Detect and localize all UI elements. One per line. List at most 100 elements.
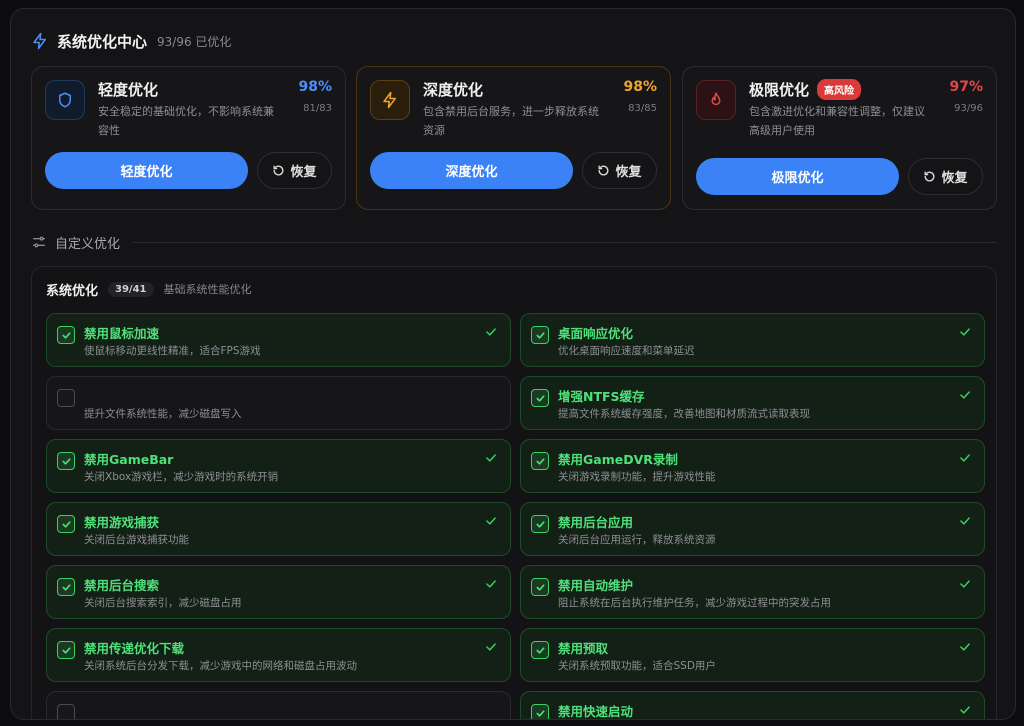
option-tile[interactable]: 禁用后台搜索 关闭后台搜索索引，减少磁盘占用: [46, 565, 511, 619]
deep-restore-button[interactable]: 恢复: [582, 152, 657, 189]
bolt-icon: [370, 80, 410, 120]
check-icon: [484, 513, 498, 532]
card-count: 81/83: [303, 103, 332, 114]
check-icon: [61, 457, 71, 465]
checkbox-checked[interactable]: [57, 641, 75, 659]
check-icon: [958, 324, 972, 343]
check-icon: [61, 520, 71, 528]
option-title: 禁用游戏捕获: [84, 515, 160, 530]
check-icon: [535, 394, 545, 402]
checkbox-checked[interactable]: [57, 578, 75, 596]
header: 系统优化中心 93/96 已优化: [31, 29, 231, 53]
checkbox-checked[interactable]: [531, 326, 549, 344]
check-icon: [484, 576, 498, 595]
page-title: 系统优化中心: [57, 32, 148, 51]
option-title: 禁用预取: [558, 641, 609, 656]
option-description: 关闭后台应用运行，释放系统资源: [558, 534, 716, 546]
risk-badge: 高风险: [817, 79, 862, 100]
checkbox-checked[interactable]: [531, 578, 549, 596]
option-title: 桌面响应优化: [558, 326, 634, 341]
option-title: 禁用GameDVR录制: [558, 452, 678, 467]
check-icon: [535, 520, 545, 528]
option-tile[interactable]: 禁用后台应用 关闭后台应用运行，释放系统资源: [520, 502, 985, 556]
option-title: 禁用GameBar: [84, 452, 174, 467]
light-restore-button[interactable]: 恢复: [257, 152, 332, 189]
preset-cards: 轻度优化 安全稳定的基础优化，不影响系统兼容性 98% 81/83 轻度优化 恢…: [31, 66, 997, 210]
checkbox-checked[interactable]: [57, 452, 75, 470]
checkbox-checked[interactable]: [57, 326, 75, 344]
option-tile[interactable]: 禁用鼠标加速使鼠标移动更线性精准，适合FPS游戏: [46, 313, 511, 367]
checkbox-checked[interactable]: [531, 389, 549, 407]
restore-label: 恢复: [941, 171, 968, 186]
option-tile[interactable]: 禁用预取关闭系统预取功能，适合SSD用户: [520, 628, 985, 682]
option-title: 禁用后台搜索: [84, 578, 160, 593]
check-icon: [61, 646, 71, 654]
option-tile[interactable]: [46, 691, 511, 719]
restore-icon: [599, 165, 609, 176]
check-icon: [535, 331, 545, 339]
restore-icon: [925, 171, 935, 182]
option-tile[interactable]: 禁用快速启动: [520, 691, 985, 719]
check-icon: [958, 387, 972, 406]
check-icon: [535, 646, 545, 654]
check-icon: [958, 639, 972, 658]
check-icon: [535, 457, 545, 465]
extreme-optimize-button[interactable]: 极限优化: [696, 158, 899, 195]
check-icon: [484, 324, 498, 343]
option-title: 禁用传递优化下载: [84, 641, 185, 656]
checkbox-unchecked[interactable]: [57, 704, 75, 719]
optimized-status: 93/96 已优化: [157, 34, 232, 49]
checkbox-checked[interactable]: [531, 452, 549, 470]
section-title: 系统优化: [46, 283, 99, 299]
check-icon: [958, 513, 972, 532]
option-tile[interactable]: 禁用传递优化下载关闭系统后台分发下载，减少游戏中的网络和磁盘占用波动: [46, 628, 511, 682]
option-description: 使鼠标移动更线性精准，适合FPS游戏: [84, 345, 261, 357]
deep-optimization-card: 深度优化 包含禁用后台服务，进一步释放系统资源 98% 83/85 深度优化 恢…: [356, 66, 671, 210]
option-description: 关闭系统后台分发下载，减少游戏中的网络和磁盘占用波动: [84, 660, 357, 672]
option-title: 禁用鼠标加速: [84, 326, 160, 341]
card-title: 轻度优化: [98, 81, 159, 99]
card-description: 包含激进优化和兼容性调整，仅建议高级用户使用: [749, 105, 925, 137]
restore-label: 恢复: [615, 165, 642, 180]
restore-icon: [274, 165, 284, 176]
light-optimize-button[interactable]: 轻度优化: [45, 152, 248, 189]
option-tile[interactable]: 禁用游戏捕获 关闭后台游戏捕获功能: [46, 502, 511, 556]
deep-optimize-button[interactable]: 深度优化: [370, 152, 573, 189]
flame-icon: [696, 80, 736, 120]
option-description: 关闭系统预取功能，适合SSD用户: [558, 660, 716, 672]
lightning-icon: [33, 32, 46, 50]
checkbox-checked[interactable]: [57, 515, 75, 533]
sliders-icon: [33, 236, 45, 248]
card-title: 极限优化 高风险: [749, 79, 862, 100]
card-description: 包含禁用后台服务，进一步释放系统资源: [423, 105, 599, 137]
option-tile[interactable]: 桌面响应优化优化桌面响应速度和菜单延迟: [520, 313, 985, 367]
option-description: 优化桌面响应速度和菜单延迟: [558, 345, 695, 357]
card-percent: 97%: [949, 79, 983, 95]
custom-optimization-label: 自定义优化: [55, 236, 121, 252]
option-description: 提升文件系统性能，减少磁盘写入: [84, 408, 242, 420]
option-description: 关闭游戏录制功能，提升游戏性能: [558, 471, 716, 483]
optimizer-window: 系统优化中心 93/96 已优化 轻度优化 安全稳定的基础优化，不影响系统兼容性…: [10, 8, 1016, 720]
custom-optimization-divider: 自定义优化: [31, 233, 997, 252]
check-icon: [61, 583, 71, 591]
option-tile[interactable]: 禁用GameDVR录制关闭游戏录制功能，提升游戏性能: [520, 439, 985, 493]
check-icon: [484, 450, 498, 469]
system-optimization-panel: 系统优化 39/41 基础系统性能优化 禁用鼠标加速 使鼠标移动更线性精准，适合F…: [31, 266, 997, 719]
option-tile[interactable]: 提升文件系统性能，减少磁盘写入: [46, 376, 511, 430]
checkbox-checked[interactable]: [531, 704, 549, 719]
card-percent: 98%: [623, 79, 657, 95]
option-title: 禁用快速启动: [558, 704, 634, 719]
checkbox-unchecked[interactable]: [57, 389, 75, 407]
checkbox-checked[interactable]: [531, 515, 549, 533]
card-count: 83/85: [628, 103, 657, 114]
option-tile[interactable]: 禁用自动维护 阻止系统在后台执行维护任务，减少游戏过程中的突发占用: [520, 565, 985, 619]
check-icon: [958, 702, 972, 719]
card-count: 93/96: [954, 103, 983, 114]
option-description: 阻止系统在后台执行维护任务，减少游戏过程中的突发占用: [558, 597, 831, 609]
checkbox-checked[interactable]: [531, 641, 549, 659]
option-tile[interactable]: 禁用GameBar 关闭Xbox游戏栏，减少游戏时的系统开销: [46, 439, 511, 493]
card-description: 安全稳定的基础优化，不影响系统兼容性: [98, 105, 274, 137]
extreme-restore-button[interactable]: 恢复: [908, 158, 983, 195]
divider-line: [132, 241, 997, 243]
option-tile[interactable]: 增强NTFS缓存 提高文件系统缓存强度，改善地图和材质流式读取表现: [520, 376, 985, 430]
